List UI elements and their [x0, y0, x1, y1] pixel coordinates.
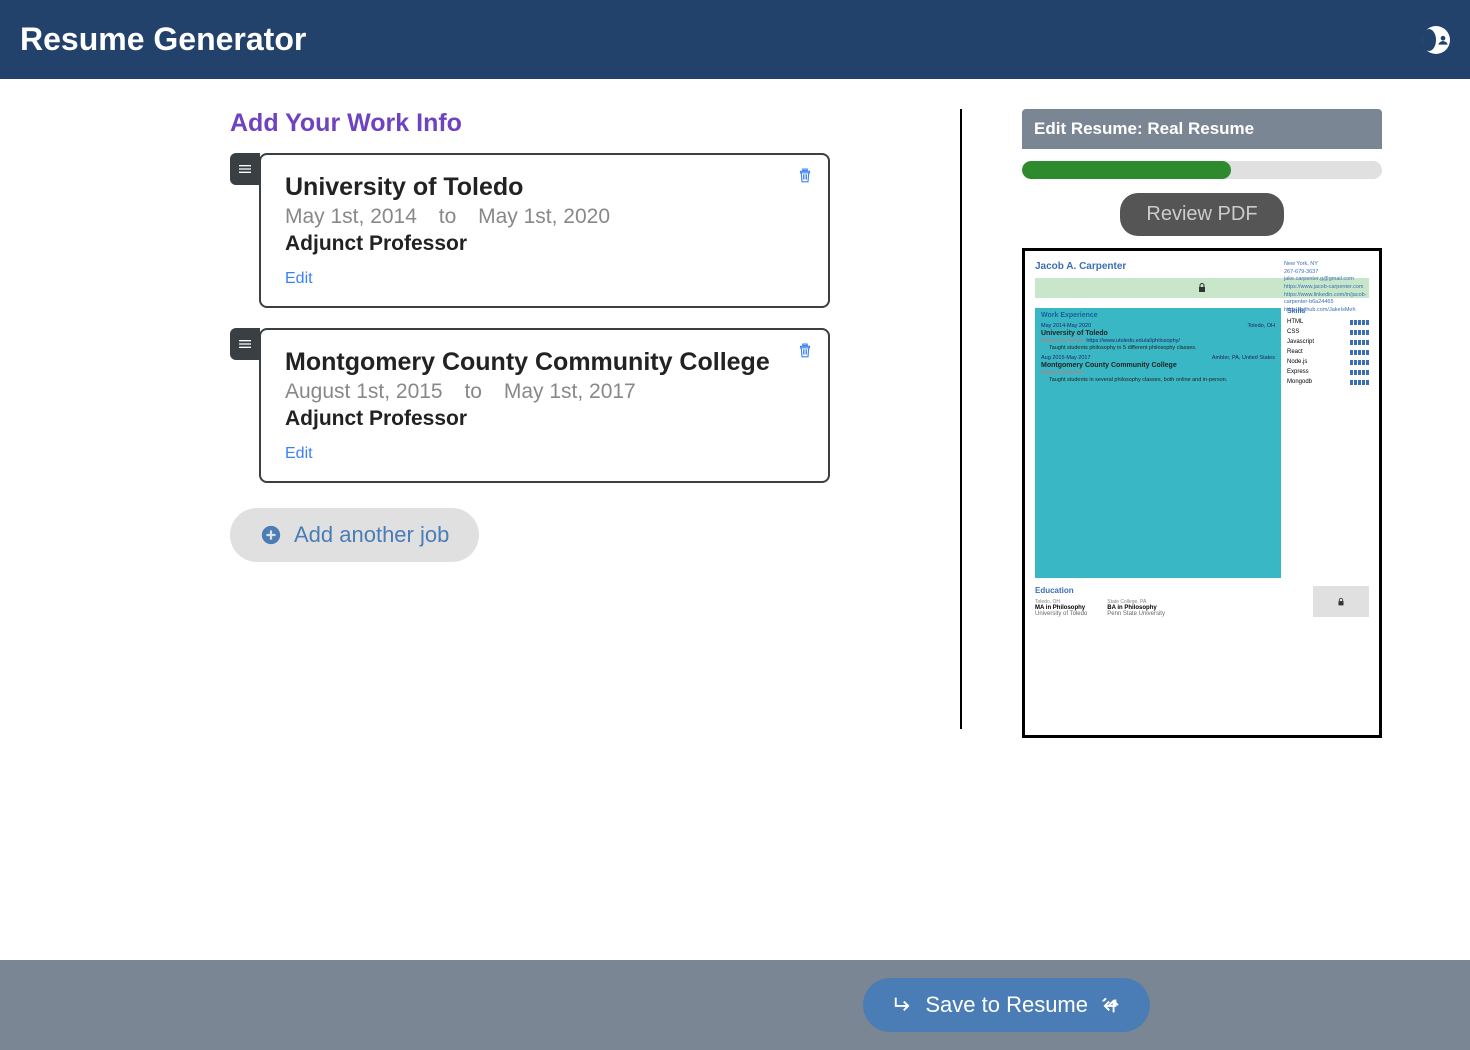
job-dates: May 1st, 2014 to May 1st, 2020 — [285, 205, 804, 229]
skill-row: Node.js — [1287, 359, 1369, 365]
drag-handle-icon[interactable] — [230, 153, 260, 185]
job-card-body: Montgomery County Community College Augu… — [259, 328, 830, 483]
job-start-date: May 1st, 2014 — [285, 205, 417, 228]
edu-entry: Toledo, OH MA in Philosophy University o… — [1035, 599, 1087, 617]
job-dates: August 1st, 2015 to May 1st, 2017 — [285, 380, 804, 404]
skill-row: Mongodb — [1287, 379, 1369, 385]
skill-row: Express — [1287, 369, 1369, 375]
job-company: Montgomery County Community College — [285, 348, 804, 377]
delete-job-button[interactable] — [796, 165, 814, 190]
lock-icon — [1336, 596, 1346, 608]
job-role: Adjunct Professor — [285, 232, 804, 256]
skill-row: React — [1287, 349, 1369, 355]
job-start-date: August 1st, 2015 — [285, 380, 443, 403]
resume-preview: Jacob A. Carpenter New York, NY 267-679-… — [1022, 248, 1382, 738]
plus-circle-icon — [260, 524, 282, 546]
save-to-resume-button[interactable]: Save to Resume — [863, 978, 1150, 1032]
job-end-date: May 1st, 2020 — [478, 205, 610, 228]
footer-bar: Save to Resume — [0, 960, 1470, 1050]
preview-column: Edit Resume: Real Resume Review PDF Jaco… — [1022, 109, 1382, 960]
job-card: Montgomery County Community College Augu… — [230, 328, 830, 483]
job-card-body: University of Toledo May 1st, 2014 to Ma… — [259, 153, 830, 308]
main-content: Add Your Work Info University of Toledo … — [0, 79, 1470, 960]
app-title: Resume Generator — [20, 21, 306, 58]
save-button-label: Save to Resume — [925, 992, 1088, 1018]
user-avatar-icon[interactable] — [1422, 26, 1450, 54]
work-info-column: Add Your Work Info University of Toledo … — [230, 109, 830, 960]
skill-row: HTML — [1287, 319, 1369, 325]
drag-handle-icon[interactable] — [230, 328, 260, 360]
preview-main-row: Work Experience May 2014-May 2020Toledo,… — [1035, 308, 1369, 578]
job-company: University of Toledo — [285, 173, 804, 202]
edit-job-link[interactable]: Edit — [285, 445, 313, 462]
job-end-date: May 1st, 2017 — [504, 380, 636, 403]
skill-row: Javascript — [1287, 339, 1369, 345]
section-title: Add Your Work Info — [230, 109, 830, 138]
delete-job-button[interactable] — [796, 340, 814, 365]
preview-exp-header: Work Experience — [1041, 312, 1275, 319]
lock-icon — [1196, 282, 1208, 294]
arrow-down-right-icon — [893, 994, 915, 1016]
add-job-button[interactable]: Add another job — [230, 508, 479, 562]
edit-job-link[interactable]: Edit — [285, 270, 313, 287]
preview-experience: Work Experience May 2014-May 2020Toledo,… — [1035, 308, 1281, 578]
skill-row: CSS — [1287, 329, 1369, 335]
arrow-up-right-icon — [1098, 994, 1120, 1016]
preview-education: Education Toledo, OH MA in Philosophy Un… — [1035, 586, 1369, 617]
progress-fill — [1022, 161, 1231, 179]
add-job-label: Add another job — [294, 522, 449, 548]
edu-entry: State College, PA BA in Philosophy Penn … — [1107, 599, 1165, 617]
column-divider — [960, 109, 962, 729]
edit-resume-banner: Edit Resume: Real Resume — [1022, 109, 1382, 149]
progress-bar — [1022, 161, 1382, 179]
job-card: University of Toledo May 1st, 2014 to Ma… — [230, 153, 830, 308]
preview-skills: Skills HTML CSS Javascript React Node.js… — [1281, 308, 1369, 578]
date-separator: to — [439, 205, 457, 228]
app-header: Resume Generator — [0, 0, 1470, 79]
job-role: Adjunct Professor — [285, 407, 804, 431]
preview-contact: New York, NY 267-679-3637 jake.carpenter… — [1284, 261, 1369, 315]
date-separator: to — [464, 380, 482, 403]
preview-locked-section — [1313, 586, 1369, 617]
review-pdf-button[interactable]: Review PDF — [1120, 193, 1283, 236]
